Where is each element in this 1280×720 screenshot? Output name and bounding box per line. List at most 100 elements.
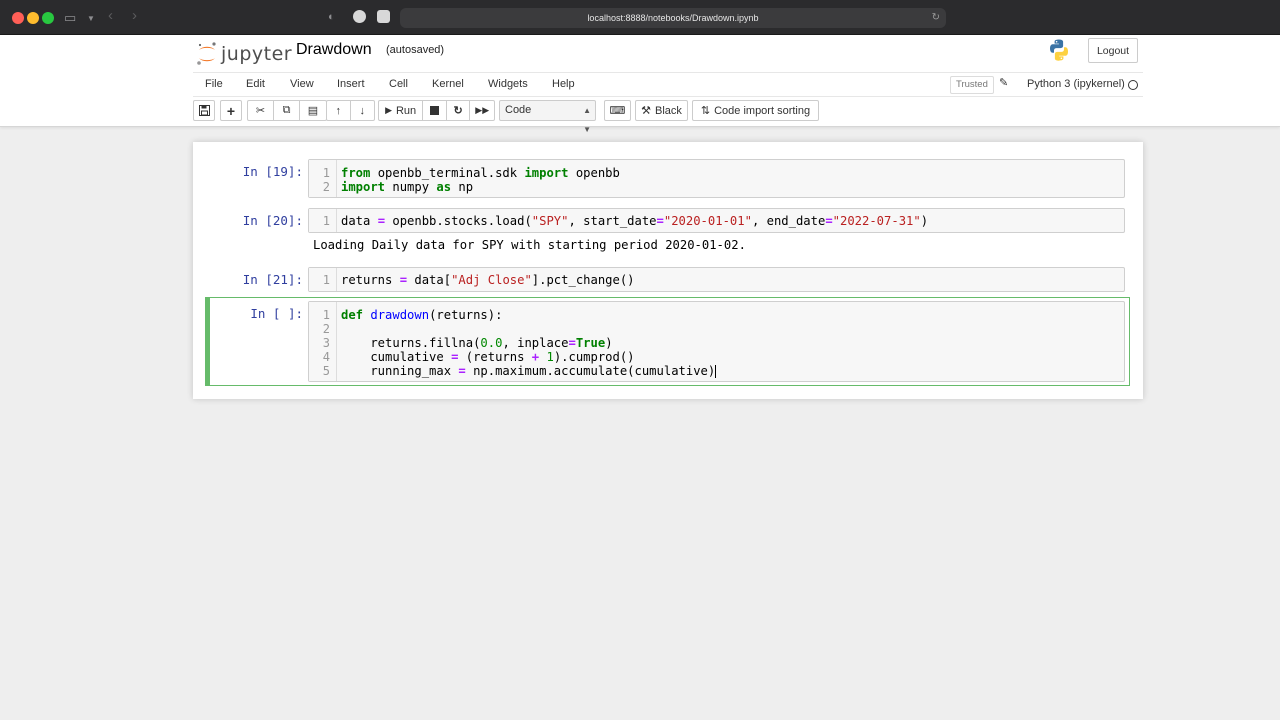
text-cursor [715, 365, 717, 378]
browser-toolbar: ▭ ▼ ‹ › ◐ localhost:8888/notebooks/Drawd… [0, 0, 1280, 35]
copy-button[interactable]: ⧉ [274, 101, 300, 120]
cell-type-select[interactable]: Code ▲ ▼ [499, 100, 596, 134]
kernel-name: Python 3 (ipykernel) [1027, 78, 1125, 90]
cell-type-value: Code [505, 104, 532, 116]
code-cell-input[interactable]: 1 returns = data["Adj Close"].pct_change… [308, 267, 1125, 292]
url-text: localhost:8888/notebooks/Drawdown.ipynb [587, 13, 759, 23]
jupyter-logo[interactable]: jupyter [196, 40, 292, 68]
black-format-button[interactable]: ⚒ Black [635, 100, 688, 121]
cell-prompt: In [21]: [242, 272, 303, 287]
paste-button[interactable]: ▤ [300, 101, 326, 120]
sort-icon: ⇅ [700, 105, 711, 117]
code-cell-input[interactable]: 1 2 3 4 5 def drawdown(returns): returns… [308, 301, 1125, 382]
notebook-toolbar: + ✂ ⧉ ▤ ↑ ↓ ▶ Run ↻ ▶▶ Code ▲ ▼ ⌨ ⚒ Black ⇅… [193, 100, 1143, 134]
line-number: 2 [322, 180, 330, 194]
logout-button[interactable]: Logout [1088, 38, 1138, 63]
plus-icon: + [226, 102, 236, 119]
line-number: 5 [322, 364, 330, 378]
line-gutter: 1 2 3 4 5 [309, 302, 337, 381]
menu-help[interactable]: Help [552, 73, 575, 96]
cell-prompt: In [ ]: [250, 306, 303, 321]
address-bar[interactable]: localhost:8888/notebooks/Drawdown.ipynb … [400, 8, 946, 28]
line-number: 4 [322, 350, 330, 364]
close-window-button[interactable] [12, 12, 24, 24]
zoom-window-button[interactable] [42, 12, 54, 24]
import-sort-button[interactable]: ⇅ Code import sorting [692, 100, 819, 121]
run-label: Run [395, 104, 417, 117]
code-line: returns = data["Adj Close"].pct_change() [341, 273, 635, 287]
move-button-group: ↑ ↓ [326, 100, 375, 121]
play-icon: ▶ [385, 105, 392, 115]
code-line: data = openbb.stocks.load("SPY", start_d… [341, 214, 929, 228]
code-line: cumulative = (returns + 1).cumprod() [341, 350, 635, 364]
kernel-status-icon [1128, 80, 1138, 90]
cell-prompt: In [19]: [242, 164, 303, 179]
insert-cell-button[interactable]: + [220, 100, 242, 121]
line-gutter: 1 [309, 268, 337, 291]
jupyter-wordmark: jupyter [221, 43, 293, 65]
copy-icon: ⧉ [282, 104, 291, 116]
jupyter-logo-icon [197, 42, 216, 65]
menu-view[interactable]: View [290, 73, 314, 96]
cut-button[interactable]: ✂ [248, 101, 274, 120]
menu-cell[interactable]: Cell [389, 73, 408, 96]
move-down-button[interactable]: ↓ [351, 101, 374, 120]
code-line: running_max = np.maximum.accumulate(cumu… [341, 364, 717, 378]
extension-icon-2[interactable] [377, 10, 390, 23]
stop-icon [430, 106, 440, 115]
scissors-icon: ✂ [255, 105, 266, 117]
arrow-down-icon: ↓ [359, 104, 366, 117]
reload-icon[interactable]: ↻ [932, 8, 940, 28]
menu-widgets[interactable]: Widgets [488, 73, 528, 96]
run-button[interactable]: ▶ Run [379, 101, 424, 120]
minimize-window-button[interactable] [27, 12, 39, 24]
notebook-container: In [19]: 1 2 from openbb_terminal.sdk im… [193, 142, 1143, 399]
code-cell-input[interactable]: 1 data = openbb.stocks.load("SPY", start… [308, 208, 1125, 233]
code-line: def drawdown(returns): [341, 308, 503, 322]
code-line: import numpy as np [341, 180, 474, 194]
trusted-badge[interactable]: Trusted [950, 76, 994, 94]
menu-edit[interactable]: Edit [246, 73, 265, 96]
import-sort-label: Code import sorting [714, 104, 811, 117]
line-gutter: 1 2 [309, 160, 337, 197]
forward-arrow-icon[interactable]: › [132, 7, 137, 24]
line-number: 1 [322, 166, 330, 180]
shield-icon[interactable]: ◐ [328, 9, 335, 26]
gavel-icon: ⚒ [641, 105, 651, 117]
pencil-icon[interactable]: ✎ [999, 76, 1008, 89]
notebook-title[interactable]: Drawdown [296, 40, 372, 60]
sidebar-toggle-icon[interactable]: ▭ [64, 9, 76, 26]
code-line: from openbb_terminal.sdk import openbb [341, 166, 620, 180]
line-gutter: 1 [309, 209, 337, 232]
interrupt-button[interactable] [423, 101, 447, 120]
autosave-status: (autosaved) [386, 44, 445, 56]
keyboard-icon: ⌨ [609, 105, 626, 117]
line-number: 1 [322, 308, 330, 322]
menu-file[interactable]: File [205, 73, 223, 96]
cell-output: Loading Daily data for SPY with starting… [313, 238, 746, 252]
menu-bar: File Edit View Insert Cell Kernel Widget… [193, 72, 1143, 97]
paste-icon: ▤ [307, 105, 319, 117]
line-number: 3 [322, 336, 330, 350]
code-cell-input[interactable]: 1 2 from openbb_terminal.sdk import open… [308, 159, 1125, 198]
restart-button[interactable]: ↻ [447, 101, 471, 120]
command-palette-button[interactable]: ⌨ [604, 100, 631, 121]
back-arrow-icon[interactable]: ‹ [108, 7, 113, 24]
restart-run-all-button[interactable]: ▶▶ [470, 101, 494, 120]
menu-insert[interactable]: Insert [337, 73, 365, 96]
black-label: Black [654, 104, 682, 117]
extension-icon[interactable] [353, 10, 366, 23]
line-number: 1 [322, 214, 330, 228]
code-line: returns.fillna(0.0, inplace=True) [341, 336, 613, 350]
fast-forward-icon: ▶▶ [475, 105, 490, 115]
move-up-button[interactable]: ↑ [327, 101, 351, 120]
chevron-down-icon[interactable]: ▼ [87, 10, 95, 27]
menu-kernel[interactable]: Kernel [432, 73, 464, 96]
save-icon [198, 105, 210, 116]
restart-icon: ↻ [453, 105, 463, 117]
save-button[interactable] [193, 100, 215, 121]
cell-prompt: In [20]: [242, 213, 303, 228]
edit-button-group: ✂ ⧉ ▤ [247, 100, 327, 121]
python-logo-icon [1047, 38, 1071, 67]
line-number: 1 [322, 273, 330, 287]
